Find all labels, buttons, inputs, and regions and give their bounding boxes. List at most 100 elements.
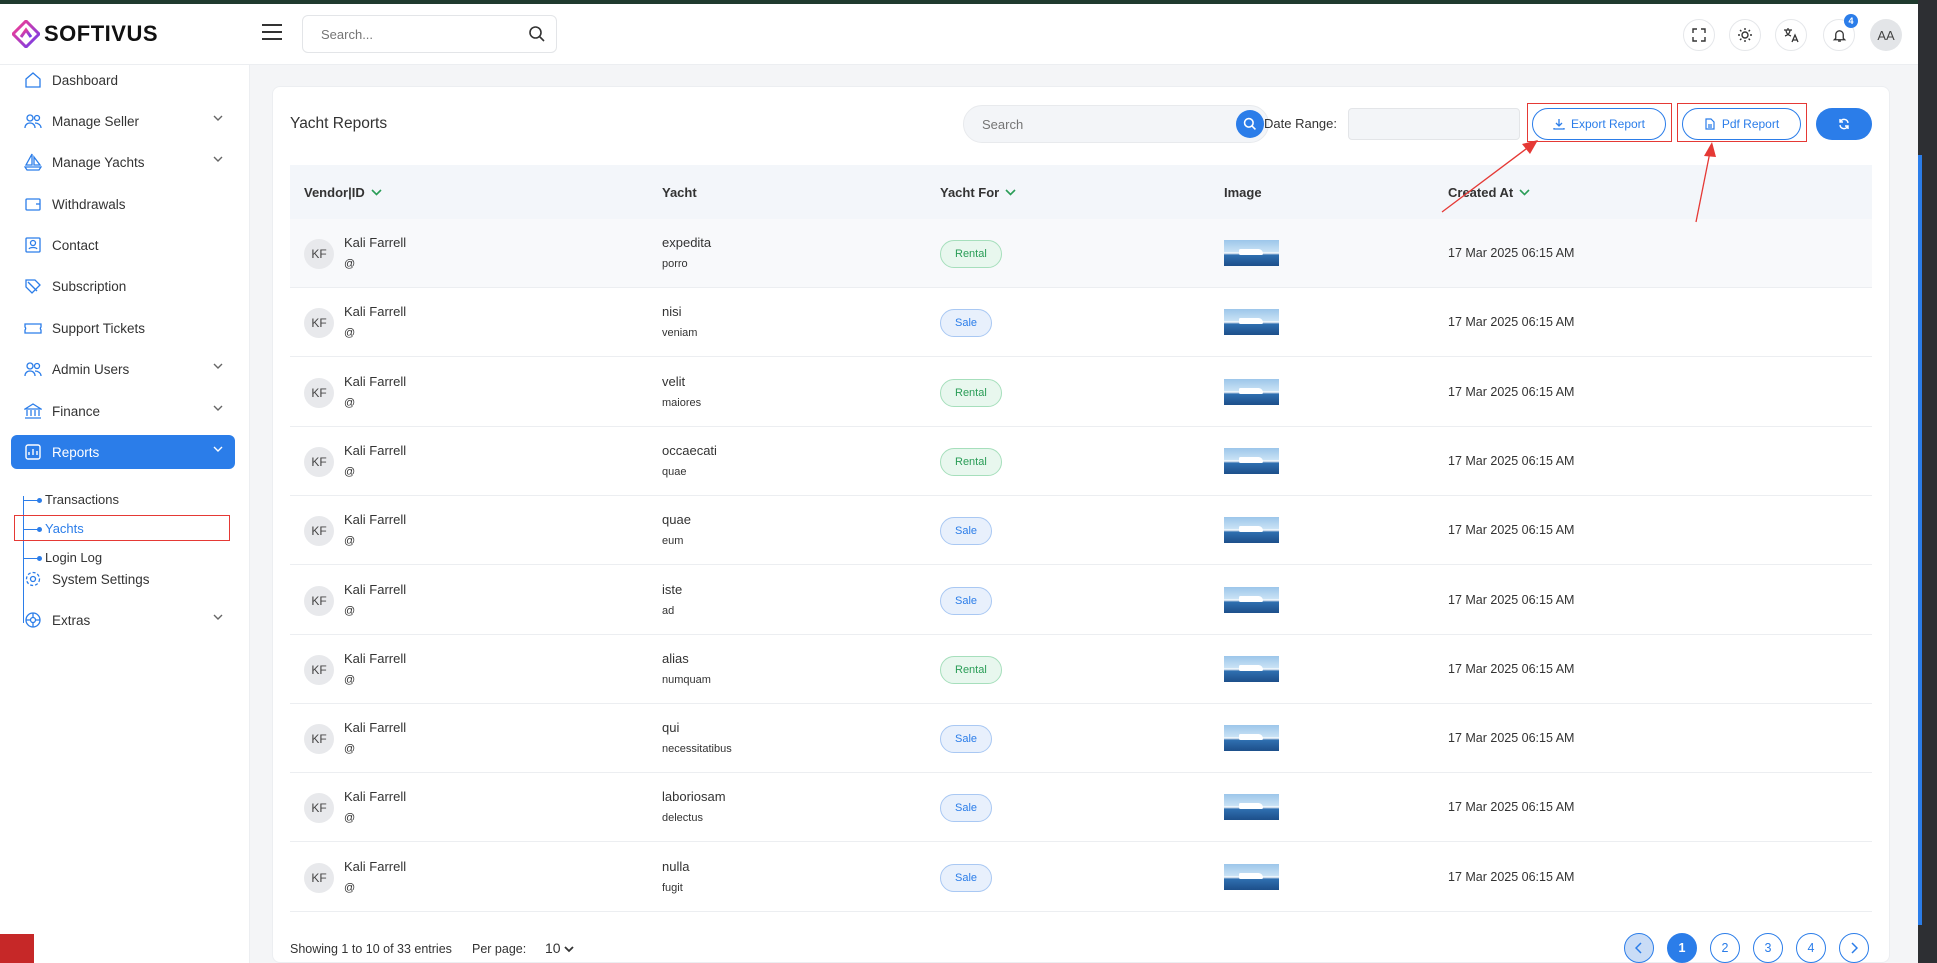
sidebar-item-manage-seller[interactable]: Manage Seller [11, 104, 235, 138]
sidebar-item-label: Withdrawals [52, 196, 126, 212]
yacht-thumbnail[interactable] [1224, 447, 1279, 474]
per-page-select[interactable]: 10 [545, 940, 575, 956]
column-header-created-at[interactable]: Created At [1448, 185, 1530, 200]
admin-users-icon [23, 359, 43, 379]
table-row: KF Kali Farrell @ velit maiores Rental 17 Mar … [290, 358, 1872, 427]
chevron-down-icon [213, 363, 223, 369]
vendor-name: Kali Farrell [344, 720, 407, 736]
yacht-thumbnail[interactable] [1224, 309, 1279, 336]
created-at: 17 Mar 2025 06:15 AM [1448, 523, 1575, 538]
sidebar-item-withdrawals[interactable]: Withdrawals [11, 187, 235, 221]
vendor-avatar: KF [304, 239, 334, 269]
vendor-avatar: KF [304, 585, 334, 616]
translate-icon[interactable] [1775, 19, 1807, 51]
home-icon [23, 70, 43, 90]
yacht-name: nulla [662, 858, 690, 874]
corner-app-icon[interactable] [0, 934, 34, 963]
pagination-next-button[interactable] [1839, 933, 1869, 963]
yacht-subtitle: ad [662, 604, 675, 617]
highlight-box-export [1527, 103, 1672, 142]
yacht-subtitle: maiores [662, 396, 702, 409]
sidebar-item-subscription[interactable]: Subscription [11, 269, 235, 303]
chevron-down-icon [213, 156, 223, 162]
vendor-id: @ [344, 604, 356, 617]
sidebar-item-label: Manage Yachts [52, 154, 145, 170]
table-row: KF Kali Farrell @ alias numquam Rental 17 Mar … [290, 635, 1872, 704]
table-row: KF Kali Farrell @ occaecati quae Rental 17 Mar… [290, 427, 1872, 496]
header-search-input[interactable] [303, 16, 503, 52]
sidebar-subitem-transactions[interactable]: Transactions [45, 492, 119, 507]
yacht-thumbnail[interactable] [1224, 794, 1279, 821]
yacht-for-badge: Sale [940, 725, 993, 754]
vendor-avatar: KF [304, 793, 334, 824]
sidebar-item-system-settings[interactable]: System Settings [11, 562, 235, 596]
vendor-avatar: KF [304, 862, 334, 893]
brand-logo-icon [12, 20, 40, 48]
vendor-name: Kali Farrell [344, 442, 407, 458]
pagination-page-2[interactable]: 2 [1710, 933, 1740, 963]
column-header-yacht-for[interactable]: Yacht For [940, 185, 1016, 200]
vendor-id: @ [344, 465, 356, 478]
yacht-reports-card: Yacht Reports Date Range: Export Report … [272, 86, 1890, 963]
table-row: KF Kali Farrell @ quae eum Sale 17 Mar 2025 06… [290, 496, 1872, 566]
highlight-box-yachts [14, 515, 230, 541]
search-submit-button[interactable] [1236, 110, 1264, 138]
sidebar-item-label: Support Tickets [52, 320, 146, 336]
vendor-name: Kali Farrell [344, 512, 407, 528]
pagination-page-3[interactable]: 3 [1753, 933, 1783, 963]
sidebar-item-extras[interactable]: Extras [11, 603, 235, 637]
table-row: KF Kali Farrell @ nisi veniam Sale 17 Mar 2025… [290, 288, 1872, 358]
pagination-page-4[interactable]: 4 [1796, 933, 1826, 963]
date-range-input[interactable] [1348, 108, 1520, 140]
hamburger-menu-icon[interactable] [262, 24, 282, 42]
notification-bell-icon[interactable]: 4 [1823, 14, 1858, 51]
yacht-thumbnail[interactable] [1224, 725, 1279, 752]
sort-chevron-icon [1519, 189, 1530, 196]
table-search-input[interactable] [964, 106, 1204, 142]
yacht-thumbnail[interactable] [1224, 240, 1279, 266]
sidebar-item-admin-users[interactable]: Admin Users [11, 352, 235, 386]
column-header-vendor[interactable]: Vendor|ID [304, 185, 382, 200]
sidebar-item-support-tickets[interactable]: Support Tickets [11, 311, 235, 345]
vendor-name: Kali Farrell [344, 789, 407, 805]
vendor-avatar: KF [304, 446, 334, 477]
pagination-prev-button[interactable] [1624, 933, 1654, 963]
pagination-page-1[interactable]: 1 [1667, 933, 1697, 963]
chevron-left-icon [1635, 942, 1642, 954]
page-title: Yacht Reports [290, 115, 388, 132]
chevron-down-icon [213, 115, 223, 121]
sidebar-item-reports[interactable]: Reports [11, 435, 235, 469]
table-row: KF Kali Farrell @ laboriosam delectus Sale 17 … [290, 773, 1872, 843]
yacht-thumbnail[interactable] [1224, 586, 1279, 613]
sidebar-item-dashboard[interactable]: Dashboard [11, 63, 235, 97]
theme-sun-icon[interactable] [1729, 19, 1761, 51]
sidebar-item-manage-yachts[interactable]: Manage Yachts [11, 145, 235, 179]
brand-logo[interactable]: SOFTIVUS [12, 20, 158, 48]
sidebar-item-label: Dashboard [52, 72, 119, 88]
vendor-name: Kali Farrell [344, 858, 407, 874]
yacht-subtitle: eum [662, 535, 684, 548]
subscription-icon [23, 276, 43, 296]
refresh-button[interactable] [1816, 108, 1872, 140]
brand-name: SOFTIVUS [44, 21, 159, 46]
sidebar-item-contact[interactable]: Contact [11, 228, 235, 262]
yacht-name: qui [662, 720, 680, 736]
vendor-avatar: KF [304, 654, 334, 685]
header-search [302, 15, 557, 53]
yacht-thumbnail[interactable] [1224, 378, 1279, 405]
sidebar-item-finance[interactable]: Finance [11, 394, 235, 428]
search-icon[interactable] [528, 25, 546, 43]
sidebar-item-label: Finance [52, 403, 101, 419]
user-avatar[interactable]: AA [1870, 19, 1902, 51]
yacht-thumbnail[interactable] [1224, 863, 1279, 890]
created-at: 17 Mar 2025 06:15 AM [1448, 315, 1575, 330]
fullscreen-icon[interactable] [1683, 19, 1715, 51]
sidebar-item-label: Subscription [52, 278, 127, 294]
vendor-name: Kali Farrell [344, 373, 407, 389]
yacht-thumbnail[interactable] [1224, 655, 1279, 682]
yacht-subtitle: necessitatibus [662, 743, 732, 756]
sidebar-item-label: System Settings [52, 571, 150, 587]
yacht-thumbnail[interactable] [1224, 517, 1279, 544]
sidebar-subitem-login-log[interactable]: Login Log [45, 550, 102, 565]
table-row: KF Kali Farrell @ expedita porro Rental 17 Mar… [290, 219, 1872, 288]
